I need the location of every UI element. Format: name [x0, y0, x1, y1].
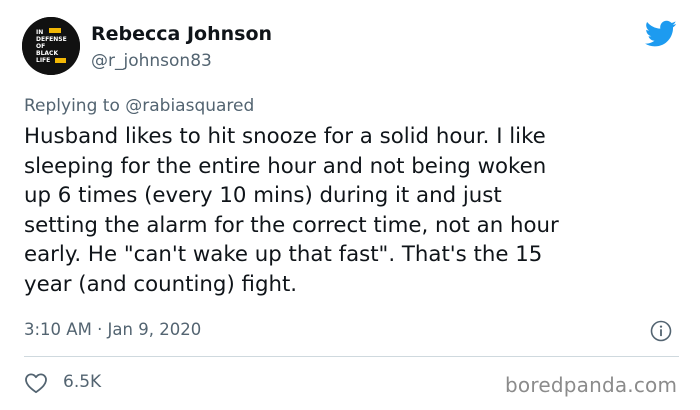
tweet-line: up 6 times (every 10 mins) during it and…	[24, 183, 502, 208]
reply-context: Replying to @rabiasquared	[24, 96, 254, 116]
tweet-line: year (and counting) fight.	[24, 271, 298, 297]
reply-prefix: Replying to	[24, 96, 120, 116]
tweet-timestamp[interactable]: 3:10 AM · Jan 9, 2020	[24, 320, 201, 339]
tweet-line: Husband likes to hit snooze for a solid …	[24, 124, 546, 149]
avatar-logo: IN DEFENSE OF BLACK LIFE	[22, 17, 80, 75]
author-name[interactable]: Rebecca Johnson	[91, 23, 272, 45]
avatar-text-2: OF	[36, 43, 45, 50]
avatar[interactable]: IN DEFENSE OF BLACK LIFE	[22, 17, 80, 75]
watermark: boredpanda.com	[505, 373, 678, 397]
reply-mention-link[interactable]: @rabiasquared	[125, 96, 254, 116]
author-handle[interactable]: @r_johnson83	[91, 51, 212, 71]
avatar-text-4: LIFE	[36, 57, 50, 64]
tweet-text: Husband likes to hit snooze for a solid …	[24, 122, 679, 299]
like-count: 6.5K	[63, 372, 102, 392]
twitter-bird-icon[interactable]	[644, 20, 677, 48]
tweet-card: IN DEFENSE OF BLACK LIFE Rebecca Johnson…	[0, 0, 700, 410]
divider	[24, 356, 679, 357]
tweet-line: sleeping for the entire hour and not bei…	[24, 153, 547, 179]
info-icon[interactable]	[650, 320, 672, 342]
tweet-line: setting the alarm for the correct time, …	[24, 212, 559, 238]
avatar-text-1: DEFENSE	[36, 36, 67, 43]
heart-icon[interactable]	[24, 372, 48, 394]
avatar-text-3: BLACK	[36, 50, 58, 57]
avatar-text-0: IN	[36, 29, 43, 36]
tweet-line: early. He "can't wake up that fast". Tha…	[24, 242, 543, 267]
